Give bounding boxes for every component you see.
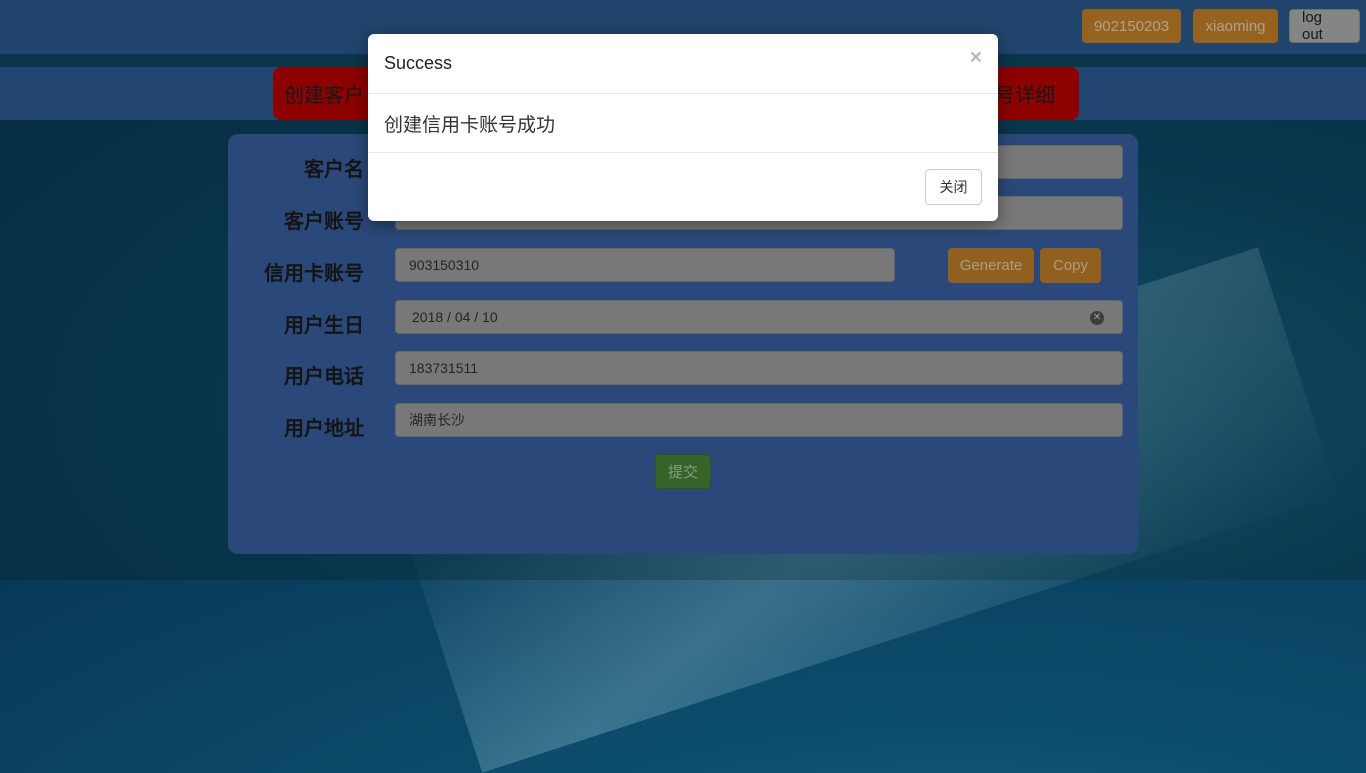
modal-header: Success × <box>368 34 998 94</box>
success-modal: Success × 创建信用卡账号成功 关闭 <box>368 34 998 221</box>
modal-body: 创建信用卡账号成功 <box>368 94 998 153</box>
modal-message: 创建信用卡账号成功 <box>384 114 556 136</box>
modal-footer: 关闭 <box>368 153 998 222</box>
modal-title: Success <box>384 53 453 73</box>
modal-close-button[interactable]: 关闭 <box>925 169 982 205</box>
close-icon[interactable]: × <box>970 46 982 70</box>
